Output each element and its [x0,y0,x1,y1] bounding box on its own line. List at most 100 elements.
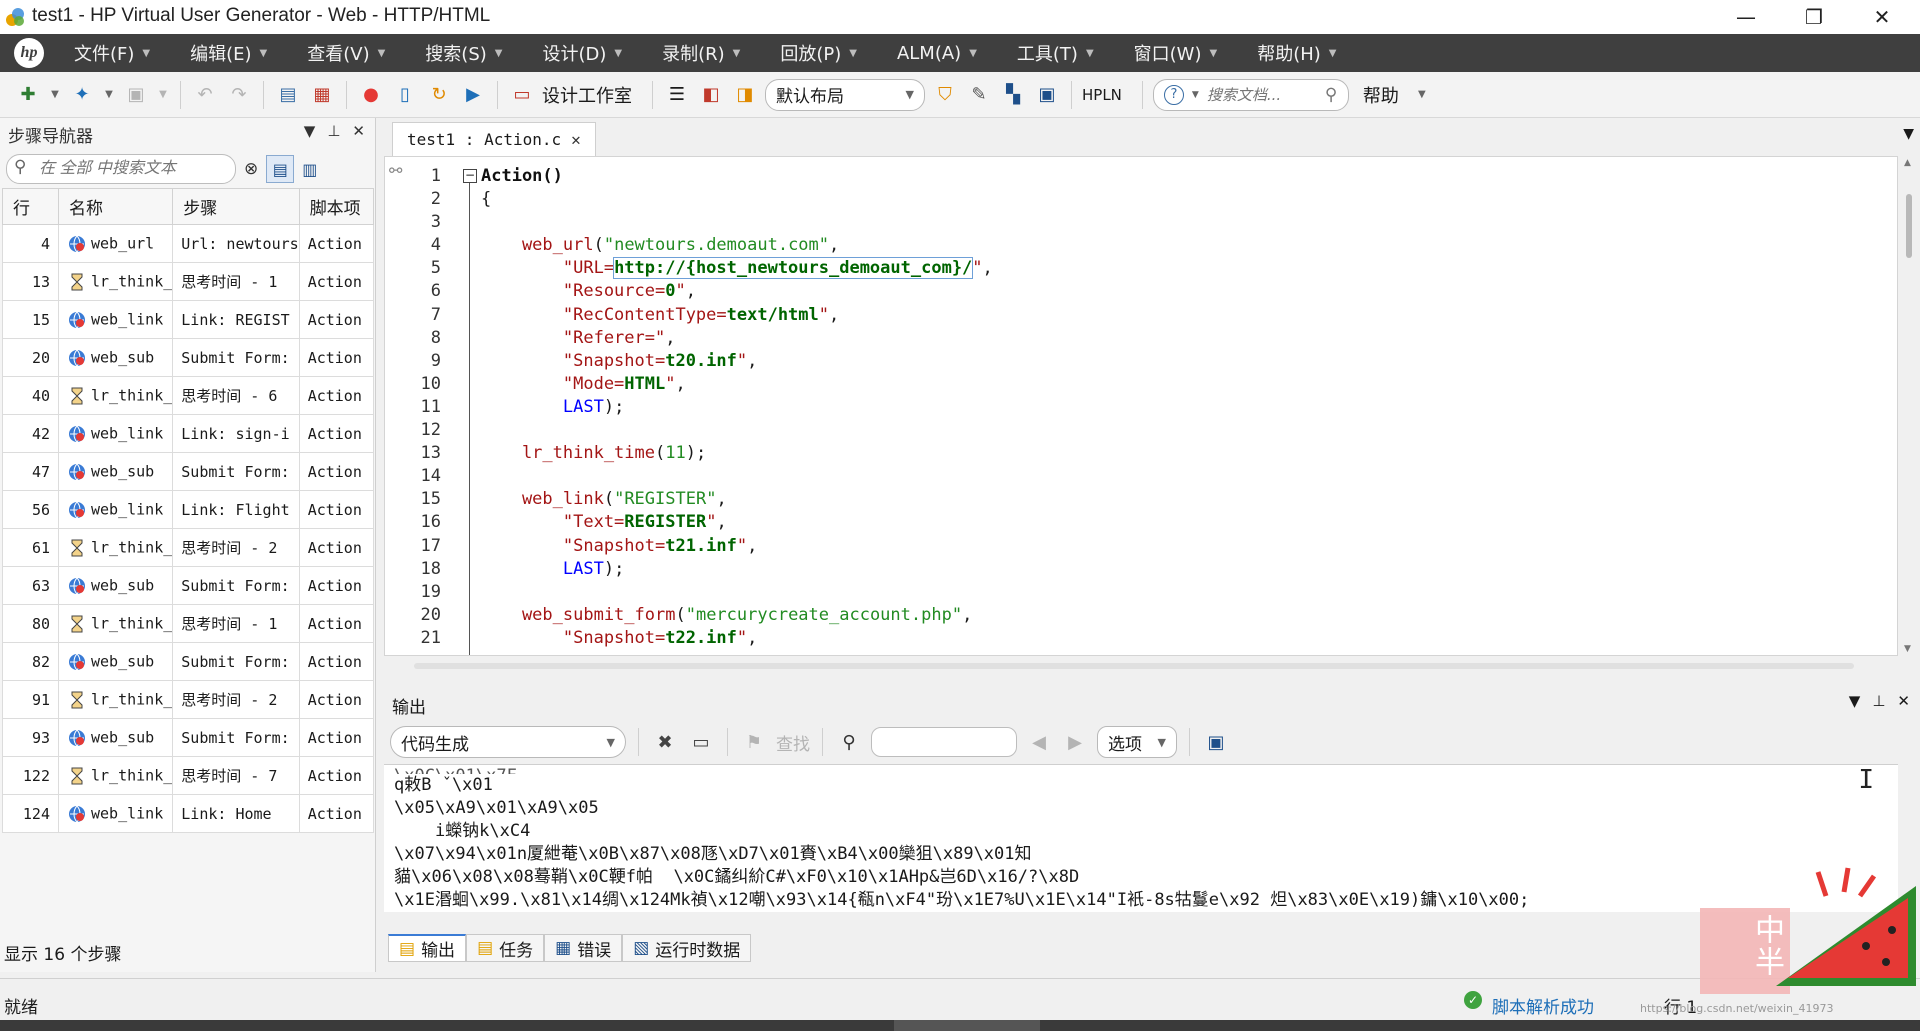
table-row[interactable]: 63 web_sub Submit Form: Action [2,566,375,605]
column-header-script[interactable]: 脚本项 [298,188,375,225]
find-label[interactable]: 查找 [776,730,810,755]
output-find-input[interactable] [871,727,1017,757]
table-row[interactable]: 40 lr_think_ 思考时间 - 6 Action [2,376,375,415]
scroll-thumb[interactable] [414,663,1854,669]
table-row[interactable]: 124 web_link Link: Home Action [2,794,375,833]
brush-icon[interactable]: ✎ [965,81,993,109]
code-editor[interactable]: ⚯ 1 2 3 4 5 6 7 8 9 10 11 12 13 14 15 16 17 18 19 20 21 − Ac… [384,156,1898,656]
chevron-down-icon[interactable]: ▼ [156,81,170,109]
record-icon[interactable]: ● [357,81,385,109]
menu-edit[interactable]: 编辑(E) ▼ [190,40,267,66]
chevron-down-icon[interactable]: ▼ [48,81,62,109]
table-row[interactable]: 13 lr_think_ 思考时间 - 1 Action [2,262,375,301]
close-icon[interactable]: ✕ [1897,692,1910,710]
table-row[interactable]: 122 lr_think_ 思考时间 - 7 Action [2,756,375,795]
filter-icon[interactable]: ⚑ [740,728,768,756]
scroll-thumb[interactable] [1906,194,1912,258]
undo-icon[interactable]: ↶ [191,81,219,109]
design-studio-button[interactable]: 设计工作室 [542,82,632,108]
tab-runtime-data[interactable]: ▧ 运行时数据 [622,934,752,962]
grid-icon[interactable]: ▚ [999,81,1027,109]
search-icon[interactable]: ⚲ [835,728,863,756]
menu-window[interactable]: 窗口(W) ▼ [1134,40,1218,66]
tab-errors[interactable]: ▦ 错误 [544,934,623,962]
minimize-button[interactable]: — [1716,0,1776,34]
table-row[interactable]: 42 web_link Link: sign-i Action [2,414,375,453]
editor-horizontal-scrollbar[interactable] [390,658,1890,674]
doc-search-box[interactable]: ? ▼ ⚲ [1152,78,1349,111]
menu-view[interactable]: 查看(V) ▼ [307,40,385,66]
menu-help[interactable]: 帮助(H) ▼ [1257,40,1336,66]
navigator-search-input[interactable] [6,154,236,184]
output-log[interactable]: \x0C\x01\x7F q敕B ˇ\x01 \x05\xA9\x01\xA9\x… [384,764,1898,912]
grid-view-icon[interactable]: ▥ [302,160,317,179]
options-select[interactable]: 选项 ▼ [1097,726,1177,758]
binoculars-icon[interactable]: ⊗ [244,159,258,179]
wrap-icon[interactable]: ▭ [687,728,715,756]
new-solution-icon[interactable]: ✦ [68,81,96,109]
replay-icon[interactable]: ▶ [459,81,487,109]
editor-vertical-scrollbar[interactable]: ▲ ▼ [1898,156,1920,656]
script-icon[interactable]: ▯ [391,81,419,109]
table-row[interactable]: 47 web_sub Submit Form: Action [2,452,375,491]
table-row[interactable]: 93 web_sub Submit Form: Action [2,718,375,757]
column-header-line[interactable]: 行 [2,188,59,225]
close-icon[interactable]: ✕ [352,122,365,140]
scroll-up-icon[interactable]: ▲ [1904,158,1911,168]
window-icon[interactable]: ▣ [1033,81,1061,109]
layout-select[interactable]: 默认布局 ▼ [765,78,925,111]
parse-status[interactable]: 脚本解析成功 [1492,993,1594,1018]
close-tab-icon[interactable]: ✕ [571,130,581,149]
table-row[interactable]: 82 web_sub Submit Form: Action [2,642,375,681]
panel-menu-icon[interactable]: ▼ [1849,692,1861,710]
table-row[interactable]: 4 web_url Url: newtours Action [2,224,375,263]
table-row[interactable]: 56 web_link Link: Flight Action [2,490,375,529]
table-row[interactable]: 80 lr_think_ 思考时间 - 1 Action [2,604,375,643]
previous-icon[interactable]: ◀ [1025,728,1053,756]
menu-design[interactable]: 设计(D) ▼ [542,40,622,66]
next-icon[interactable]: ▶ [1061,728,1089,756]
tab-tasks[interactable]: ▤ 任务 [466,934,545,962]
design-studio-icon[interactable]: ▭ [508,81,536,109]
menu-file[interactable]: 文件(F) ▼ [74,40,150,66]
list-icon[interactable]: ☰ [663,81,691,109]
table-row[interactable]: 20 web_sub Submit Form: Action [2,338,375,377]
doc-search-input[interactable] [1206,85,1317,104]
menu-record[interactable]: 录制(R) ▼ [662,40,740,66]
column-header-step[interactable]: 步骤 [172,188,300,225]
table-row[interactable]: 15 web_link Link: REGIST Action [2,300,375,339]
fold-toggle-icon[interactable]: − [463,169,477,183]
chevron-down-icon[interactable]: ▼ [102,81,116,109]
compile-icon[interactable]: ▤ [274,81,302,109]
close-window-button[interactable]: ✕ [1852,0,1912,34]
pin-icon[interactable]: ⊥ [327,122,340,140]
list-view-icon[interactable]: ▤ [266,155,295,183]
run-step-icon[interactable]: ↻ [425,81,453,109]
pin-icon[interactable]: ⊥ [1872,692,1885,710]
table-row[interactable]: 61 lr_think_ 思考时间 - 2 Action [2,528,375,567]
tab-list-icon[interactable]: ▼ [1903,126,1914,142]
scroll-down-icon[interactable]: ▼ [1904,644,1911,654]
output-source-select[interactable]: 代码生成 ▼ [390,726,626,758]
bookmark-icon[interactable]: ⛉ [931,81,959,109]
new-script-icon[interactable]: ✚ [14,81,42,109]
panel-menu-icon[interactable]: ▼ [304,122,316,140]
menu-alm[interactable]: ALM(A) ▼ [897,43,977,64]
snapshot-icon[interactable]: ▦ [308,81,336,109]
help-button[interactable]: 帮助 [1363,82,1399,108]
menu-replay[interactable]: 回放(P) ▼ [780,40,857,66]
chevron-down-icon[interactable]: ▼ [1415,81,1429,109]
table-row[interactable]: 91 lr_think_ 思考时间 - 2 Action [2,680,375,719]
tab-action-c[interactable]: test1 : Action.c ✕ [392,122,596,156]
restore-button[interactable]: ❐ [1784,0,1844,34]
highlight-icon[interactable]: ◧ [697,81,725,109]
redo-icon[interactable]: ↷ [225,81,253,109]
hpln-button[interactable]: HPLN [1082,86,1122,104]
menu-search[interactable]: 搜索(S) ▼ [425,40,502,66]
menu-tools[interactable]: 工具(T) ▼ [1017,40,1094,66]
tab-output[interactable]: ▤ 输出 [388,934,467,962]
transaction-icon[interactable]: ◨ [731,81,759,109]
column-header-name[interactable]: 名称 [57,188,174,225]
save-output-icon[interactable]: ▣ [1202,728,1230,756]
save-icon[interactable]: ▣ [122,81,150,109]
